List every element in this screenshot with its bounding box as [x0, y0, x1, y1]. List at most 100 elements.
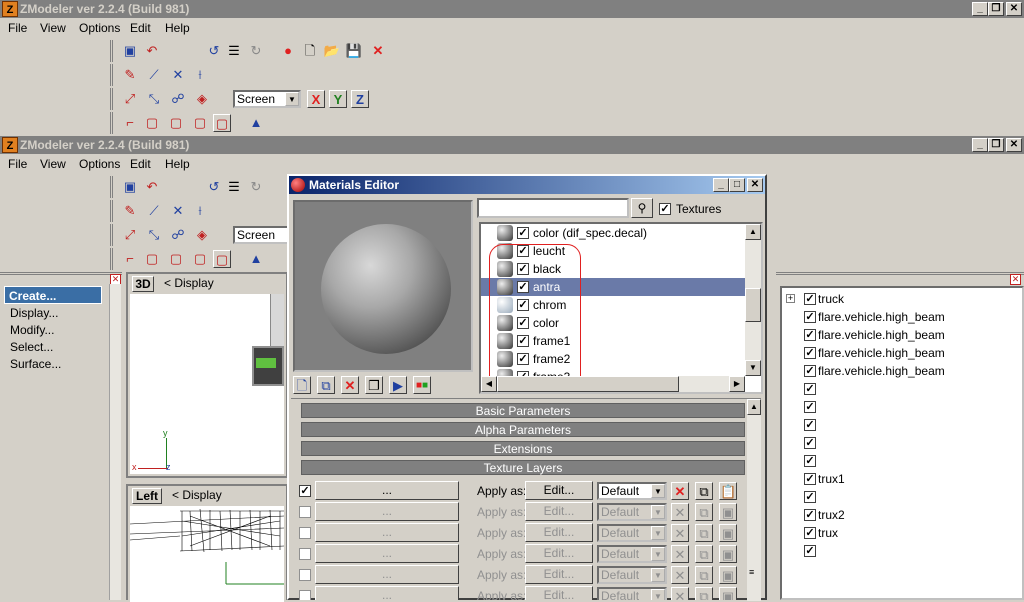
panel-item-create[interactable]: Create...: [4, 286, 102, 304]
checkbox[interactable]: ✓: [804, 473, 816, 485]
coord-combo[interactable]: Screen: [233, 226, 289, 244]
copy-layer-icon[interactable]: ⧉: [695, 482, 713, 500]
section-extensions[interactable]: Extensions: [301, 441, 745, 456]
cube-c-icon[interactable]: ▢: [191, 114, 209, 132]
new-icon[interactable]: 🗋: [301, 42, 319, 60]
remove-layer-icon[interactable]: ✕: [671, 566, 689, 584]
panel-item-surface[interactable]: Surface...: [10, 357, 61, 371]
view-c-icon[interactable]: ☍: [169, 226, 187, 244]
scroll-up-icon[interactable]: ▲: [745, 224, 761, 240]
cube-a-icon[interactable]: ▢: [143, 250, 161, 268]
close-button[interactable]: ✕: [1006, 138, 1022, 152]
scroll-grip-icon[interactable]: ≡: [749, 567, 754, 577]
layer-checkbox[interactable]: [299, 548, 311, 560]
material-list-hscroll[interactable]: ◀ ▶: [481, 376, 745, 392]
dialog-minimize-button[interactable]: _: [713, 178, 729, 192]
checkbox[interactable]: ✓: [804, 509, 816, 521]
scroll-left-icon[interactable]: ◀: [481, 376, 497, 392]
cube-d-icon[interactable]: ▢: [213, 250, 231, 268]
viewport-3d-mode[interactable]: 3D: [132, 276, 154, 292]
checkbox[interactable]: ✓: [804, 347, 816, 359]
apply-mode-combo[interactable]: Default ▼: [597, 587, 667, 600]
hierarchy-tree[interactable]: + ✓ truck ✓ flare.vehicle.high_beam ✓ flare…: [780, 286, 1024, 600]
axis-z-button[interactable]: Z: [351, 90, 369, 108]
axis-x-button[interactable]: X: [307, 90, 325, 108]
viewport-left-canvas[interactable]: [130, 506, 284, 602]
checkbox[interactable]: ✓: [804, 545, 816, 557]
apply-mode-combo[interactable]: Default ▼: [597, 503, 667, 521]
expand-icon[interactable]: +: [786, 294, 795, 303]
save-icon[interactable]: 💾: [345, 42, 363, 60]
paste-layer-icon[interactable]: 📋: [719, 482, 737, 500]
checkbox[interactable]: ✓: [804, 383, 816, 395]
hierarchy-close-icon[interactable]: ✕: [1010, 274, 1021, 285]
paste-layer-icon[interactable]: ▣: [719, 566, 737, 584]
menu-view[interactable]: View: [40, 157, 66, 171]
checkbox[interactable]: ✓: [804, 365, 816, 377]
axis-y-button[interactable]: Y: [329, 90, 347, 108]
delete-icon[interactable]: ✕: [369, 42, 387, 60]
redo-icon[interactable]: ↻: [247, 178, 265, 196]
materials-editor-title-bar[interactable]: Materials Editor _ □ ✕: [289, 176, 765, 194]
view-a-icon[interactable]: ⤢: [121, 226, 139, 244]
viewport-3d[interactable]: 3D < Display y x z: [126, 272, 288, 478]
tool-c-icon[interactable]: ✕: [169, 66, 187, 84]
menu-options[interactable]: Options: [79, 21, 120, 35]
menu-help[interactable]: Help: [165, 21, 190, 35]
texture-select-button[interactable]: ...: [315, 523, 459, 542]
copy-material-icon[interactable]: ⧉: [317, 376, 335, 394]
menu-view[interactable]: View: [40, 21, 66, 35]
section-texture-layers[interactable]: Texture Layers: [301, 460, 745, 475]
texture-select-button[interactable]: ...: [315, 502, 459, 521]
scroll-thumb[interactable]: [745, 288, 761, 322]
record-icon[interactable]: ●: [279, 42, 297, 60]
panel-item-display[interactable]: Display...: [10, 306, 58, 320]
texture-select-button[interactable]: ...: [315, 481, 459, 500]
open-icon[interactable]: 📂: [323, 42, 341, 60]
restore-button[interactable]: ❐: [988, 138, 1004, 152]
document-icon[interactable]: ☰: [225, 42, 243, 60]
material-list[interactable]: ✓ color (dif_spec.decal) ✓ leucht ✓ black ✓…: [479, 222, 763, 394]
viewport-3d-canvas[interactable]: y x z: [130, 294, 284, 474]
menu-file[interactable]: File: [8, 21, 27, 35]
edit-button[interactable]: Edit...: [525, 565, 593, 584]
paste-layer-icon[interactable]: ▣: [719, 524, 737, 542]
copy-layer-icon[interactable]: ⧉: [695, 566, 713, 584]
tool-d-icon[interactable]: ⟊: [191, 202, 209, 220]
paste-layer-icon[interactable]: ▣: [719, 587, 737, 600]
view-d-icon[interactable]: ◈: [193, 90, 211, 108]
panel-item-select[interactable]: Select...: [10, 340, 53, 354]
view-a-icon[interactable]: ⤢: [121, 90, 139, 108]
scroll-down-icon[interactable]: ▼: [745, 360, 761, 376]
material-list-vscroll[interactable]: ▲ ▼: [745, 224, 761, 376]
delete-material-icon[interactable]: ✕: [341, 376, 359, 394]
document-icon[interactable]: ☰: [225, 178, 243, 196]
layer-checkbox[interactable]: [299, 527, 311, 539]
checkbox[interactable]: ✓: [804, 491, 816, 503]
cube-c-icon[interactable]: ▢: [191, 250, 209, 268]
cube-b-icon[interactable]: ▢: [167, 114, 185, 132]
material-row[interactable]: ✓ color (dif_spec.decal): [481, 224, 747, 242]
window-title-bar-back[interactable]: Z ZModeler ver 2.2.4 (Build 981) _ ❐ ✕: [0, 0, 1024, 18]
tool-a-icon[interactable]: ✎: [121, 202, 139, 220]
cone-icon[interactable]: ▲: [247, 114, 265, 132]
tool-d-icon[interactable]: ⟊: [191, 66, 209, 84]
texture-select-button[interactable]: ...: [315, 544, 459, 563]
scroll-right-icon[interactable]: ▶: [729, 376, 745, 392]
rotate-icon[interactable]: ↺: [205, 42, 223, 60]
section-alpha-parameters[interactable]: Alpha Parameters: [301, 422, 745, 437]
close-button[interactable]: ✕: [1006, 2, 1022, 16]
textures-checkbox[interactable]: ✓: [659, 203, 671, 215]
cube-d-icon[interactable]: ▢: [213, 114, 231, 132]
remove-layer-icon[interactable]: ✕: [671, 482, 689, 500]
layer-checkbox[interactable]: [299, 506, 311, 518]
copy-layer-icon[interactable]: ⧉: [695, 503, 713, 521]
menu-file[interactable]: File: [8, 157, 27, 171]
create-a-icon[interactable]: ⌐: [121, 250, 139, 268]
apply-mode-combo[interactable]: Default ▼: [597, 524, 667, 542]
duplicate-material-icon[interactable]: ❐: [365, 376, 383, 394]
view-b-icon[interactable]: ⤡: [145, 226, 163, 244]
edit-button[interactable]: Edit...: [525, 586, 593, 600]
cube-b-icon[interactable]: ▢: [167, 250, 185, 268]
checkbox[interactable]: ✓: [804, 311, 816, 323]
